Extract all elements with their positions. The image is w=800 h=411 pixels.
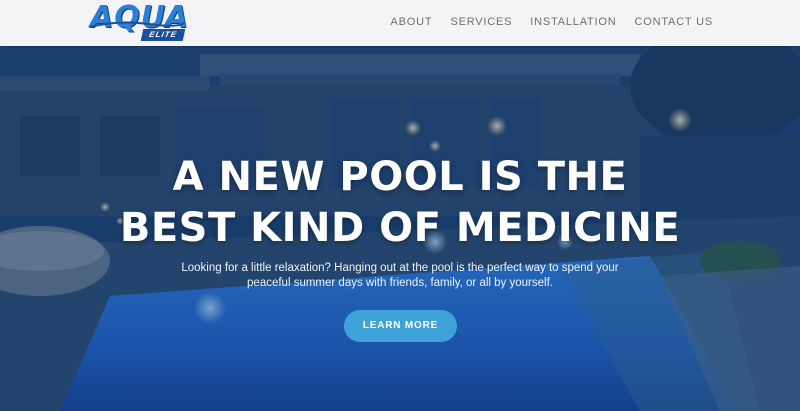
hero-headline: A NEW POOL IS THE BEST KIND OF MEDICINE [0, 152, 800, 254]
nav-about[interactable]: ABOUT [391, 16, 433, 28]
headline-line-2: BEST KIND OF MEDICINE [119, 205, 681, 251]
aqua-elite-logo[interactable]: AQUA ELITE [88, 0, 188, 44]
site-header: AQUA ELITE ABOUT SERVICES INSTALLATION C… [0, 0, 800, 46]
learn-more-button[interactable]: LEARN MORE [344, 310, 457, 342]
hero-subtext: Looking for a little relaxation? Hanging… [181, 262, 619, 289]
main-nav: ABOUT SERVICES INSTALLATION CONTACT US [391, 16, 713, 28]
logo-elite-badge: ELITE [140, 29, 186, 41]
nav-contact-us[interactable]: CONTACT US [635, 16, 714, 28]
headline-line-1: A NEW POOL IS THE [172, 154, 628, 200]
hero-section: A NEW POOL IS THE BEST KIND OF MEDICINE … [0, 46, 800, 411]
nav-services[interactable]: SERVICES [450, 16, 512, 28]
nav-installation[interactable]: INSTALLATION [530, 16, 616, 28]
